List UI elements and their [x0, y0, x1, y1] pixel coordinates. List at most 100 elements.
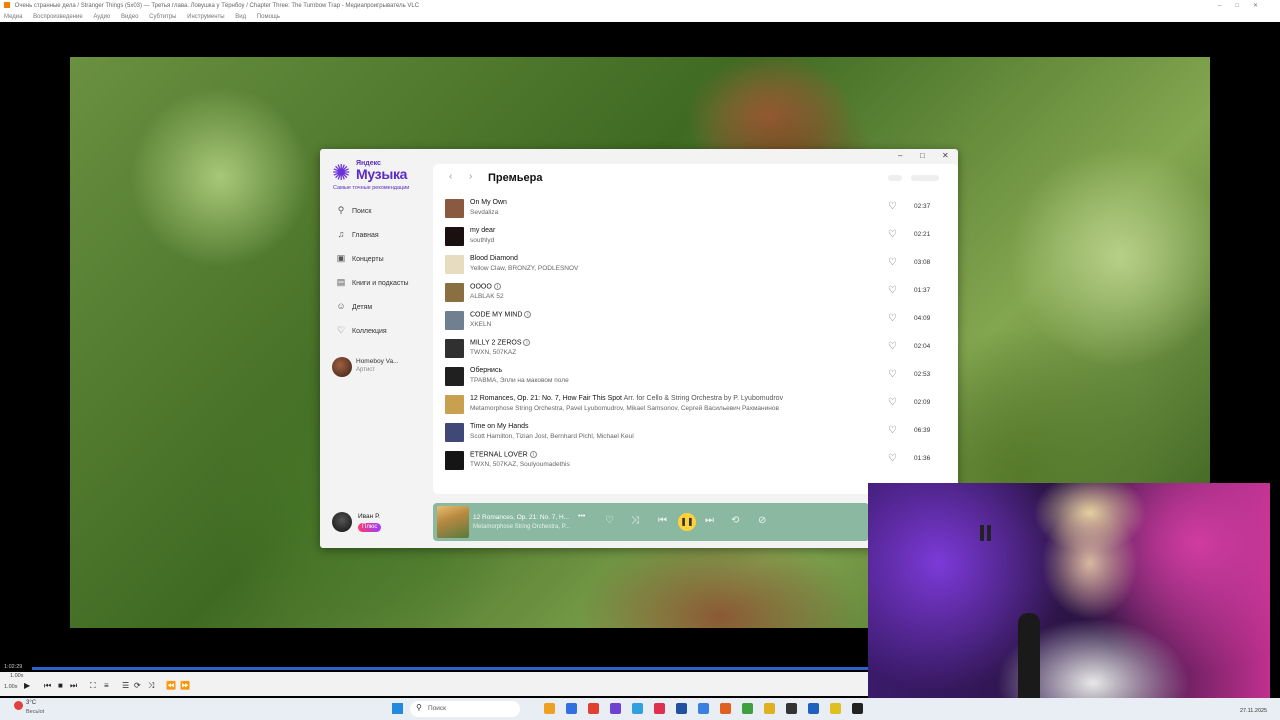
track-row[interactable]: Time on My Hands Scott Hamilton, Tizian J…	[445, 420, 945, 448]
track-title[interactable]: 12 Romances, Op. 21: No. 7, How Fair Thi…	[470, 395, 783, 402]
taskbar-app-icon[interactable]	[544, 703, 555, 714]
taskbar-app-icon[interactable]	[786, 703, 797, 714]
track-row[interactable]: OOOO i ALBLAK 52 ♡ 01:37	[445, 280, 945, 308]
track-cover[interactable]	[445, 395, 464, 414]
taskbar-app-icon[interactable]	[676, 703, 687, 714]
nav-books-podcasts[interactable]: ▤ Книги и подкасты	[336, 275, 409, 289]
track-title[interactable]: ETERNAL LOVER i	[470, 451, 537, 458]
frame-back-icon[interactable]: ⏪	[166, 681, 176, 690]
track-artist[interactable]: ТРАВМА, Элли на маковом поле	[470, 377, 569, 384]
track-artist[interactable]: Yellow Claw, BRONZY, PODLESNOV	[470, 265, 578, 272]
taskbar-app-icon[interactable]	[610, 703, 621, 714]
track-cover[interactable]	[445, 339, 464, 358]
extended-settings-icon[interactable]: ≡	[104, 681, 109, 690]
track-row[interactable]: ETERNAL LOVER i TWXN, 507KAZ, Soulyoumadet…	[445, 448, 945, 476]
track-title[interactable]: MILLY 2 ZEROS i	[470, 339, 531, 346]
vlc-seek-bar[interactable]: 1:02:29	[0, 664, 868, 672]
minimize-icon[interactable]: –	[898, 151, 902, 160]
windows-start-icon[interactable]	[392, 703, 403, 714]
dislike-icon[interactable]: ⊘	[758, 515, 766, 526]
pause-button[interactable]: ❚❚	[678, 513, 696, 531]
taskbar-app-icon[interactable]	[852, 703, 863, 714]
taskbar-app-icon[interactable]	[566, 703, 577, 714]
like-icon[interactable]: ♡	[888, 313, 897, 324]
taskbar-app-icon[interactable]	[698, 703, 709, 714]
more-icon[interactable]: •••	[578, 513, 585, 520]
track-cover[interactable]	[445, 227, 464, 246]
track-artist[interactable]: Scott Hamilton, Tizian Jost, Bernhard Pi…	[470, 433, 634, 440]
track-cover[interactable]	[445, 367, 464, 386]
track-artist[interactable]: ALBLAK 52	[470, 293, 504, 300]
frame-forward-icon[interactable]: ⏩	[180, 681, 190, 690]
track-row[interactable]: Blood Diamond Yellow Claw, BRONZY, PODLES…	[445, 252, 945, 280]
next-icon[interactable]: ⏭	[705, 515, 714, 526]
track-artist[interactable]: XKELN	[470, 321, 491, 328]
track-title[interactable]: OOOO i	[470, 283, 501, 290]
seek-track[interactable]	[32, 667, 868, 670]
track-artist[interactable]: Sevdaliza	[470, 209, 498, 216]
taskbar-app-icon[interactable]	[830, 703, 841, 714]
play-icon[interactable]: ▶	[24, 681, 30, 690]
track-artist[interactable]: Metamorphose String Orchestra, Pavel Lyu…	[470, 405, 779, 412]
nav-concerts[interactable]: ▣ Концерты	[336, 251, 384, 265]
menu-playback[interactable]: Воспроизведение	[33, 14, 83, 20]
like-icon[interactable]: ♡	[888, 453, 897, 464]
track-cover[interactable]	[445, 451, 464, 470]
nav-search[interactable]: ⚲ Поиск	[336, 203, 372, 217]
taskbar-app-icon[interactable]	[632, 703, 643, 714]
taskbar-app-icon[interactable]	[808, 703, 819, 714]
track-row[interactable]: CODE MY MIND i XKELN ♡ 04:09	[445, 308, 945, 336]
taskbar-app-icon[interactable]	[588, 703, 599, 714]
track-row[interactable]: Обернись ТРАВМА, Элли на маковом поле ♡ 02:…	[445, 364, 945, 392]
taskbar-search[interactable]: ⚲ Поиск	[410, 701, 520, 717]
stop-icon[interactable]: ■	[58, 681, 63, 690]
menu-video[interactable]: Видео	[121, 14, 139, 20]
previous-icon[interactable]: ⏮	[658, 515, 667, 526]
like-icon[interactable]: ♡	[888, 229, 897, 240]
like-icon[interactable]: ♡	[888, 397, 897, 408]
playlist-icon[interactable]: ☰	[122, 681, 129, 690]
menu-media[interactable]: Медиа	[4, 14, 22, 20]
now-playing-title[interactable]: 12 Romances, Op. 21: No. 7, H...	[473, 514, 569, 521]
forward-arrow-icon[interactable]: ›	[469, 171, 472, 182]
shuffle-icon[interactable]: ⤨	[631, 515, 639, 526]
fullscreen-icon[interactable]: ⛶	[90, 681, 96, 691]
like-icon[interactable]: ♡	[888, 425, 897, 436]
window-controls[interactable]: –□✕	[1218, 0, 1272, 12]
menu-audio[interactable]: Аудио	[93, 14, 110, 20]
track-artist[interactable]: TWXN, 507KAZ	[470, 349, 516, 356]
random-icon[interactable]: ⤨	[148, 681, 154, 691]
speed-control[interactable]: 1.00x	[4, 684, 17, 690]
like-icon[interactable]: ♡	[888, 257, 897, 268]
taskbar-app-icon[interactable]	[654, 703, 665, 714]
menu-help[interactable]: Помощь	[257, 14, 280, 20]
nav-home[interactable]: ♫ Главная	[336, 227, 379, 241]
track-cover[interactable]	[445, 423, 464, 442]
taskbar-app-icon[interactable]	[764, 703, 775, 714]
like-icon[interactable]: ♡	[888, 341, 897, 352]
track-cover[interactable]	[445, 199, 464, 218]
now-playing-cover[interactable]	[437, 506, 469, 538]
track-title[interactable]: Обернись	[470, 367, 502, 374]
like-icon[interactable]: ♡	[888, 201, 897, 212]
track-title[interactable]: CODE MY MIND i	[470, 311, 532, 318]
next-chapter-icon[interactable]: ⏭	[70, 681, 77, 691]
loop-icon[interactable]: ⟳	[134, 681, 141, 690]
close-icon[interactable]: ✕	[942, 151, 949, 160]
track-row[interactable]: 12 Romances, Op. 21: No. 7, How Fair Thi…	[445, 392, 945, 420]
track-artist[interactable]: TWXN, 507KAZ, Soulyoumadethis	[470, 461, 570, 468]
track-title[interactable]: On My Own	[470, 199, 507, 206]
menu-tools[interactable]: Инструменты	[187, 14, 224, 20]
track-row[interactable]: MILLY 2 ZEROS i TWXN, 507KAZ ♡ 02:04	[445, 336, 945, 364]
track-artist[interactable]: southlyd	[470, 237, 494, 244]
track-title[interactable]: Blood Diamond	[470, 255, 518, 262]
menu-subtitles[interactable]: Субтитры	[149, 14, 176, 20]
weather-temp[interactable]: 3°C	[26, 700, 36, 706]
track-row[interactable]: On My Own Sevdaliza ♡ 02:37	[445, 196, 945, 224]
now-playing-artist[interactable]: Metamorphose String Orchestra, P...	[473, 524, 570, 530]
nav-kids[interactable]: ☺ Детям	[336, 299, 372, 313]
menu-view[interactable]: Вид	[235, 14, 246, 20]
like-icon[interactable]: ♡	[605, 515, 614, 526]
nav-collection[interactable]: ♡ Коллекция	[336, 323, 387, 337]
taskbar-app-icon[interactable]	[742, 703, 753, 714]
